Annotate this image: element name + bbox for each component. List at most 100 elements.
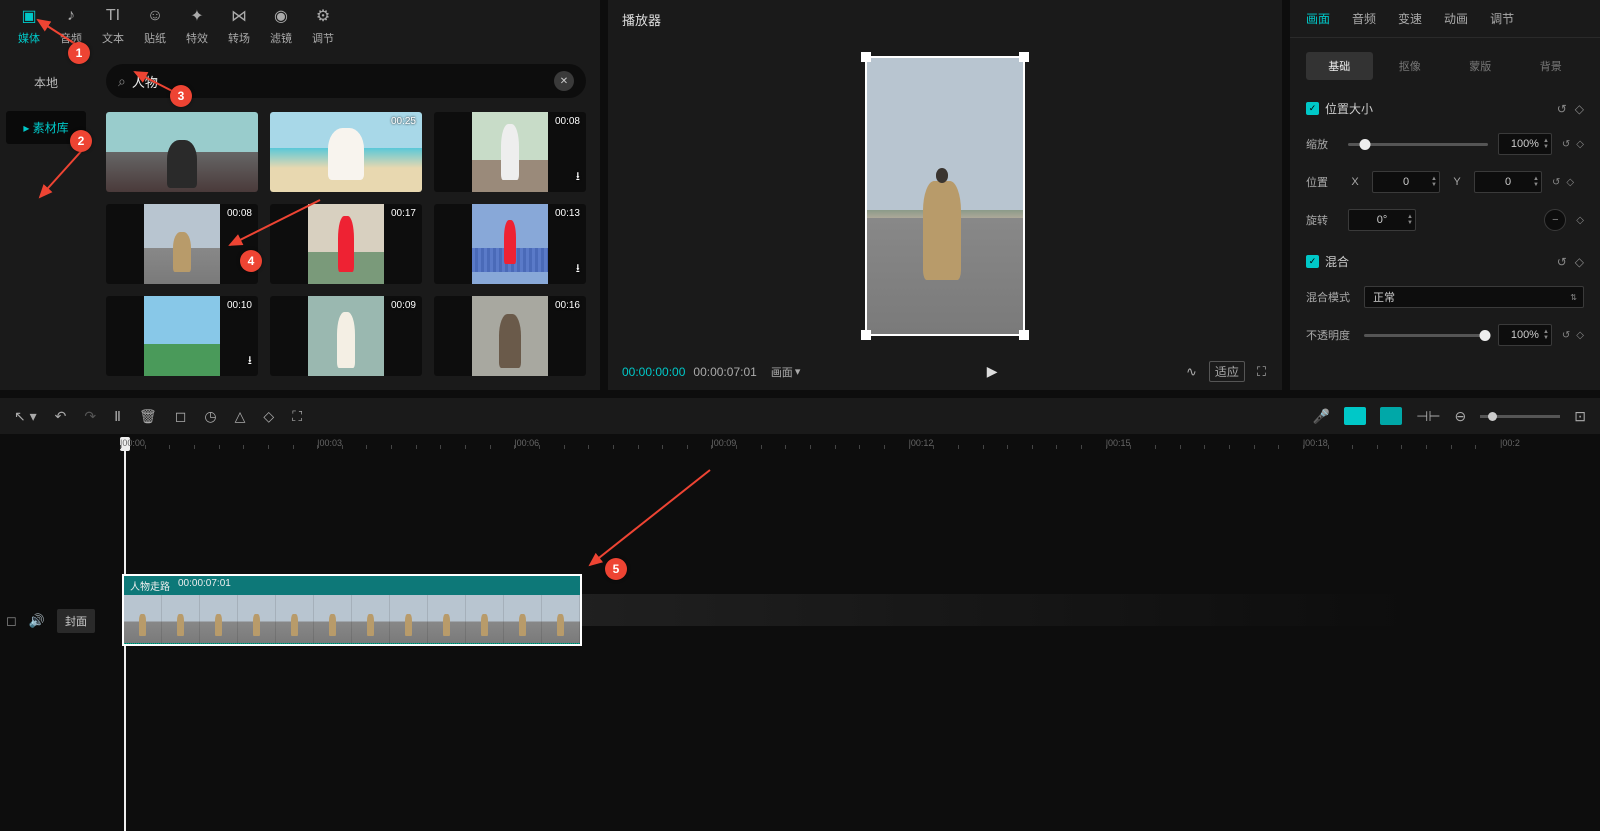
- magnet-sub-icon[interactable]: [1380, 407, 1402, 425]
- right-tab-2[interactable]: 变速: [1398, 10, 1422, 27]
- top-tab-6[interactable]: ◉滤镜: [270, 6, 292, 46]
- magnet-main-icon[interactable]: [1344, 407, 1366, 425]
- keyframe-icon[interactable]: ◇: [1566, 177, 1574, 188]
- redo-button[interactable]: ↷: [84, 408, 96, 425]
- play-button[interactable]: ▶: [808, 363, 1176, 380]
- tab-icon: ▣: [19, 6, 39, 26]
- tab-label: 特效: [186, 30, 208, 46]
- top-tab-0[interactable]: ▣ 媒体: [18, 6, 40, 46]
- right-tab-0[interactable]: 画面: [1306, 10, 1330, 27]
- thumbnail-0[interactable]: [106, 112, 258, 192]
- thumbnail-5[interactable]: 00:13⭳: [434, 204, 586, 284]
- reset-icon[interactable]: ↺: [1557, 255, 1567, 269]
- undo-button[interactable]: ↶: [55, 408, 67, 425]
- scale-value[interactable]: 100%▲▼: [1498, 133, 1552, 155]
- empty-track[interactable]: [580, 594, 1500, 626]
- thumbnail-2[interactable]: 00:08⭳: [434, 112, 586, 192]
- top-tab-7[interactable]: ⚙调节: [312, 6, 334, 46]
- duration-label: 00:10: [227, 300, 252, 311]
- fit-button[interactable]: 适应: [1209, 361, 1245, 382]
- download-icon[interactable]: ⭳: [576, 167, 580, 188]
- opacity-value[interactable]: 100%▲▼: [1498, 324, 1552, 346]
- crop-button[interactable]: ◻: [175, 408, 187, 425]
- opacity-label: 不透明度: [1306, 327, 1354, 343]
- blend-mode-label: 混合模式: [1306, 289, 1354, 305]
- right-tab-3[interactable]: 动画: [1444, 10, 1468, 27]
- split-button[interactable]: Ⅱ: [114, 408, 121, 425]
- pos-size-checkbox[interactable]: ✓: [1306, 102, 1319, 115]
- select-tool[interactable]: ↖ ▾: [14, 408, 37, 425]
- mirror-button[interactable]: −: [1544, 209, 1566, 231]
- track-lock-icon[interactable]: ◻: [6, 613, 17, 629]
- align-icon[interactable]: ⊣⊢: [1416, 408, 1440, 425]
- handle-bl[interactable]: [861, 330, 871, 340]
- keyframe-icon[interactable]: ◇: [1575, 102, 1584, 116]
- handle-br[interactable]: [1019, 330, 1029, 340]
- thumbnail-7[interactable]: 00:09: [270, 296, 422, 376]
- thumbnail-8[interactable]: 00:16: [434, 296, 586, 376]
- top-tab-3[interactable]: ☺贴纸: [144, 6, 166, 46]
- waveform-icon[interactable]: ∿: [1184, 362, 1199, 382]
- keyframe-icon[interactable]: ◇: [1576, 215, 1584, 226]
- download-icon[interactable]: ⭳: [576, 259, 580, 280]
- reset-icon[interactable]: ↺: [1557, 102, 1567, 116]
- tab-label: 媒体: [18, 30, 40, 46]
- annotation-2: 2: [70, 130, 92, 152]
- undo-icon[interactable]: ↺: [1562, 139, 1570, 150]
- zoom-out-icon[interactable]: ⊖: [1455, 408, 1467, 425]
- undo-icon[interactable]: ↺: [1562, 330, 1570, 341]
- right-subtab-2[interactable]: 蒙版: [1447, 52, 1514, 80]
- thumbnail-6[interactable]: 00:10 ⭳: [106, 296, 258, 376]
- right-tab-1[interactable]: 音频: [1352, 10, 1376, 27]
- top-tab-2[interactable]: TI文本: [102, 6, 124, 46]
- zoom-slider[interactable]: [1480, 415, 1560, 418]
- rotate-label: 旋转: [1306, 212, 1338, 228]
- blend-checkbox[interactable]: ✓: [1306, 255, 1319, 268]
- keyframe-icon[interactable]: ◇: [1576, 330, 1584, 341]
- tab-icon: ✦: [187, 6, 207, 26]
- right-subtab-3[interactable]: 背景: [1518, 52, 1585, 80]
- ratio-select[interactable]: 画面 ▾: [771, 364, 801, 380]
- rotate-value[interactable]: 0°▲▼: [1348, 209, 1416, 231]
- tab-label: 调节: [312, 30, 334, 46]
- audio-wave: [124, 643, 580, 646]
- speed-button[interactable]: ◷: [204, 408, 216, 425]
- keyframe-icon[interactable]: ◇: [1576, 139, 1584, 150]
- fullscreen-icon[interactable]: ⛶: [1255, 362, 1268, 382]
- handle-tl[interactable]: [861, 52, 871, 62]
- undo-icon[interactable]: ↺: [1552, 177, 1560, 188]
- tab-icon: ♪: [61, 6, 81, 26]
- scale-slider[interactable]: [1348, 143, 1488, 146]
- handle-tr[interactable]: [1019, 52, 1029, 62]
- top-tab-4[interactable]: ✦ 特效: [186, 6, 208, 46]
- posy-value[interactable]: 0▲▼: [1474, 171, 1542, 193]
- top-tab-5[interactable]: ⋈转场: [228, 6, 250, 46]
- side-item-0[interactable]: 本地: [6, 66, 86, 99]
- mirror-button[interactable]: △: [235, 408, 246, 425]
- search-input[interactable]: [132, 74, 554, 89]
- clear-icon[interactable]: ✕: [554, 71, 574, 91]
- duration-label: 00:08: [227, 208, 252, 219]
- crop2-button[interactable]: ⛶: [292, 408, 302, 425]
- track-cover-button[interactable]: 封面: [57, 609, 95, 633]
- right-subtab-0[interactable]: 基础: [1306, 52, 1373, 80]
- time-current: 00:00:00:00: [622, 365, 685, 379]
- rotate-button[interactable]: ◇: [263, 408, 274, 425]
- track-mute-icon[interactable]: 🔊: [29, 613, 45, 629]
- timeline-clip[interactable]: 人物走路 00:00:07:01: [122, 574, 582, 646]
- blend-mode-select[interactable]: 正常⇅: [1364, 286, 1584, 308]
- thumbnail-1[interactable]: 00:25: [270, 112, 422, 192]
- keyframe-icon[interactable]: ◇: [1575, 255, 1584, 269]
- preview-frame[interactable]: [865, 56, 1025, 336]
- posx-value[interactable]: 0▲▼: [1372, 171, 1440, 193]
- download-icon[interactable]: ⭳: [248, 351, 252, 372]
- right-subtab-1[interactable]: 抠像: [1377, 52, 1444, 80]
- delete-button[interactable]: 🗑: [139, 408, 157, 425]
- thumbnail-3[interactable]: 00:08: [106, 204, 258, 284]
- thumbnail-4[interactable]: 00:17: [270, 204, 422, 284]
- zoom-fit-icon[interactable]: ⊡: [1574, 408, 1586, 425]
- top-tab-1[interactable]: ♪音频: [60, 6, 82, 46]
- right-tab-4[interactable]: 调节: [1490, 10, 1514, 27]
- opacity-slider[interactable]: [1364, 334, 1488, 337]
- mic-icon[interactable]: 🎤: [1313, 408, 1330, 425]
